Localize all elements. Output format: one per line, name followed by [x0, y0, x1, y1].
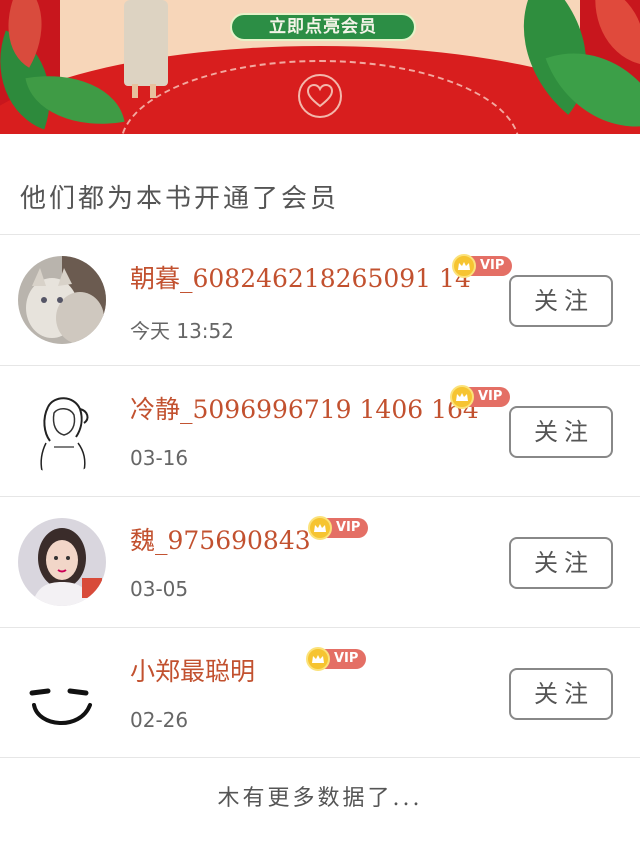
section-title: 他们都为本书开通了会员 [20, 184, 340, 214]
vip-badge: VIP [308, 516, 369, 540]
divider [0, 757, 640, 758]
join-time: 03-05 [130, 577, 189, 601]
avatar[interactable] [18, 256, 106, 344]
avatar[interactable] [18, 387, 106, 475]
member-name[interactable]: 魏_975690843 [130, 521, 311, 557]
activate-membership-button[interactable]: 立即点亮会员 [230, 13, 416, 41]
heart-seal-icon [298, 74, 342, 118]
member-row: 朝暮_608246218265091 14 VIP 今天 13:52 关注 [0, 235, 640, 365]
crown-icon [308, 516, 332, 540]
member-name[interactable]: 朝暮_608246218265091 14 [130, 259, 471, 295]
follow-button[interactable]: 关注 [509, 406, 613, 458]
no-more-data-text: 木有更多数据了... [217, 786, 423, 811]
member-row: 冷静_5096996719 1406 164 VIP 03-16 关注 [0, 366, 640, 496]
vip-badge: VIP [450, 385, 511, 409]
follow-button[interactable]: 关注 [509, 537, 613, 589]
vip-badge: VIP [452, 254, 513, 278]
join-time: 02-26 [130, 708, 189, 732]
member-row: 小郑最聪明 VIP 02-26 关注 [0, 628, 640, 758]
join-time: 03-16 [130, 446, 189, 470]
banner-figure-illustration [110, 0, 180, 100]
follow-button[interactable]: 关注 [509, 668, 613, 720]
crown-icon [450, 385, 474, 409]
vip-badge: VIP [306, 647, 367, 671]
follow-button[interactable]: 关注 [509, 275, 613, 327]
avatar[interactable] [18, 518, 106, 606]
member-row: 魏_975690843 VIP 03-05 关注 [0, 497, 640, 627]
member-banner: 立即点亮会员 [0, 0, 640, 134]
join-time: 今天 13:52 [130, 319, 234, 343]
avatar[interactable] [18, 649, 106, 737]
crown-icon [306, 647, 330, 671]
crown-icon [452, 254, 476, 278]
member-name[interactable]: 小郑最聪明 [130, 652, 255, 688]
member-name[interactable]: 冷静_5096996719 1406 164 [130, 390, 479, 426]
